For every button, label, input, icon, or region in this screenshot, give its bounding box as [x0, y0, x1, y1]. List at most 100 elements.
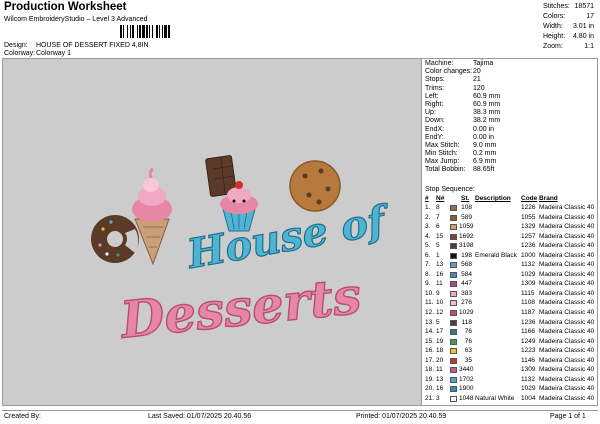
row-brand: Madeira Classic 40	[539, 394, 595, 402]
row-needle: 3	[436, 394, 440, 402]
machine-info-row: EndX: 0.00 in	[425, 126, 595, 134]
stat-colors: Colors: 17	[543, 13, 594, 20]
design-line: Design: HOUSE OF DESSERT FIXED 4,8IN	[4, 42, 149, 49]
row-code: 1000	[521, 251, 536, 259]
row-code: 1132	[521, 375, 535, 383]
color-swatch	[450, 386, 457, 393]
row-num: 9.	[425, 280, 431, 288]
printed-date: Printed: 01/07/2025 20.40.59	[356, 413, 447, 420]
color-swatch	[450, 348, 457, 355]
row-stitches: 198	[461, 251, 472, 259]
row-num: 2.	[425, 213, 431, 221]
design-label: Design:	[4, 42, 28, 49]
row-code: 1115	[521, 289, 535, 297]
machine-info-row: Machine: Tajima	[425, 60, 595, 68]
stop-sequence-row: 18. 11 3440 1309 Madeira Classic 40	[425, 365, 597, 375]
stop-sequence-row: 1. 8 108 1226 Madeira Classic 40	[425, 203, 597, 213]
machine-info-key: Trims:	[425, 84, 445, 92]
machine-info-key: Down:	[425, 117, 445, 125]
stop-sequence-row: 20. 16 1900 1029 Madeira Classic 40	[425, 384, 597, 394]
row-code: 1029	[521, 385, 536, 393]
row-num: 20.	[425, 385, 435, 393]
stop-sequence-row: 15. 19 76 1249 Madeira Classic 40	[425, 337, 597, 347]
machine-info-row: Color changes: 20	[425, 68, 595, 76]
machine-info-row: EndY: 0.00 in	[425, 134, 595, 142]
created-by: Created By:	[4, 413, 41, 420]
row-needle: 10	[436, 299, 444, 307]
barcode-bar	[156, 25, 158, 38]
color-swatch	[450, 357, 457, 364]
stop-sequence-row: 14. 17 76 1166 Madeira Classic 40	[425, 327, 597, 337]
row-stitches: 76	[464, 337, 472, 345]
machine-info-value: 0.2 mm	[473, 150, 497, 158]
row-needle: 12	[436, 309, 444, 317]
row-needle: 5	[436, 318, 440, 326]
machine-info-key: Right:	[425, 100, 444, 108]
row-brand: Madeira Classic 40	[539, 375, 595, 383]
design-preview[interactable]: House of Desserts	[3, 59, 421, 405]
machine-info-value: 60.9 mm	[473, 92, 501, 100]
color-swatch	[450, 338, 457, 345]
machine-info-row: Total Bobbin: 88.65ft	[425, 166, 595, 174]
row-code: 1055	[521, 213, 536, 221]
stop-sequence-row: 3. 6 1059 1329 Madeira Classic 40	[425, 222, 597, 232]
row-needle: 6	[436, 223, 440, 231]
row-num: 3.	[425, 223, 431, 231]
machine-info-row: Down: 38.2 mm	[425, 117, 595, 125]
stop-sequence-row: 11. 10 276 1108 Madeira Classic 40	[425, 298, 597, 308]
barcode-bar	[164, 25, 167, 38]
barcode	[120, 25, 182, 38]
machine-info-key: Color changes:	[425, 68, 473, 76]
design-text-line1: House of	[183, 196, 394, 278]
stop-sequence-row: 12. 12 1029 1187 Madeira Classic 40	[425, 308, 597, 318]
barcode-bar	[120, 25, 122, 38]
row-brand: Madeira Classic 40	[539, 366, 595, 374]
barcode-bar	[123, 25, 124, 38]
row-num: 18.	[425, 366, 435, 374]
barcode-bar	[152, 25, 153, 38]
design-name: HOUSE OF DESSERT FIXED 4,8IN	[36, 42, 149, 49]
stop-sequence-row: 10. 9 383 1115 Madeira Classic 40	[425, 289, 597, 299]
row-brand: Madeira Classic 40	[539, 299, 595, 307]
row-num: 1.	[425, 204, 431, 211]
col-st: St.	[461, 195, 470, 202]
row-stitches: 3198	[459, 242, 474, 250]
row-stitches: 447	[461, 280, 472, 288]
row-code: 1029	[521, 270, 536, 278]
row-code: 1309	[521, 280, 536, 288]
machine-info-value: 0.00 in	[473, 133, 495, 141]
machine-info-row: Right: 60.9 mm	[425, 101, 595, 109]
color-swatch	[450, 214, 457, 221]
barcode-bar	[139, 25, 141, 38]
color-swatch	[450, 300, 457, 307]
machine-info-row: Max Jump: 6.9 mm	[425, 158, 595, 166]
machine-info-row: Min Stitch: 0.2 mm	[425, 150, 595, 158]
machine-info-value: 88.65ft	[473, 166, 495, 174]
colorway-line: Colorway: Colorway 1	[4, 50, 71, 57]
row-stitches: 35	[464, 356, 472, 364]
row-num: 8.	[425, 270, 431, 278]
worksheet-title: Production Worksheet	[4, 1, 127, 13]
machine-info-key: Up:	[425, 109, 436, 117]
stop-sequence-list: 1. 8 108 1226 Madeira Classic 40 2. 7 589 1055 Ma…	[425, 203, 597, 403]
color-swatch	[450, 290, 457, 297]
row-needle: 13	[436, 375, 444, 383]
machine-info-value: 0.00 in	[473, 125, 495, 133]
row-code: 1004	[521, 394, 536, 402]
row-stitches: 584	[461, 270, 472, 278]
stat-zoom: Zoom: 1:1	[543, 43, 594, 50]
machine-info-row: Up: 38.3 mm	[425, 109, 595, 117]
row-num: 12.	[425, 309, 435, 317]
ice-cream-icon	[132, 167, 172, 266]
machine-info-key: Total Bobbin:	[425, 166, 466, 174]
color-swatch	[450, 329, 457, 336]
color-swatch	[450, 205, 457, 211]
color-swatch	[450, 262, 457, 269]
col-brand: Brand	[539, 195, 558, 202]
color-swatch	[450, 395, 457, 402]
row-stitches: 76	[464, 328, 472, 336]
barcode-bar	[159, 25, 160, 38]
row-stitches: 63	[464, 347, 472, 355]
machine-info-key: Max Stitch:	[425, 141, 460, 149]
machine-info-value: 38.3 mm	[473, 109, 501, 117]
